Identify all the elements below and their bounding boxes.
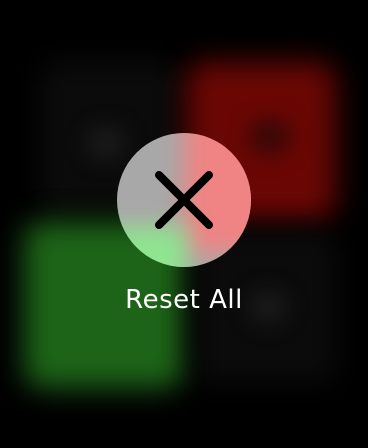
reset-all-button[interactable] (117, 133, 251, 267)
reset-all-label: Reset All (125, 285, 243, 315)
close-icon (155, 171, 213, 229)
watch-screen: Reset All (0, 0, 368, 448)
blurred-icon-top-right (248, 118, 292, 156)
